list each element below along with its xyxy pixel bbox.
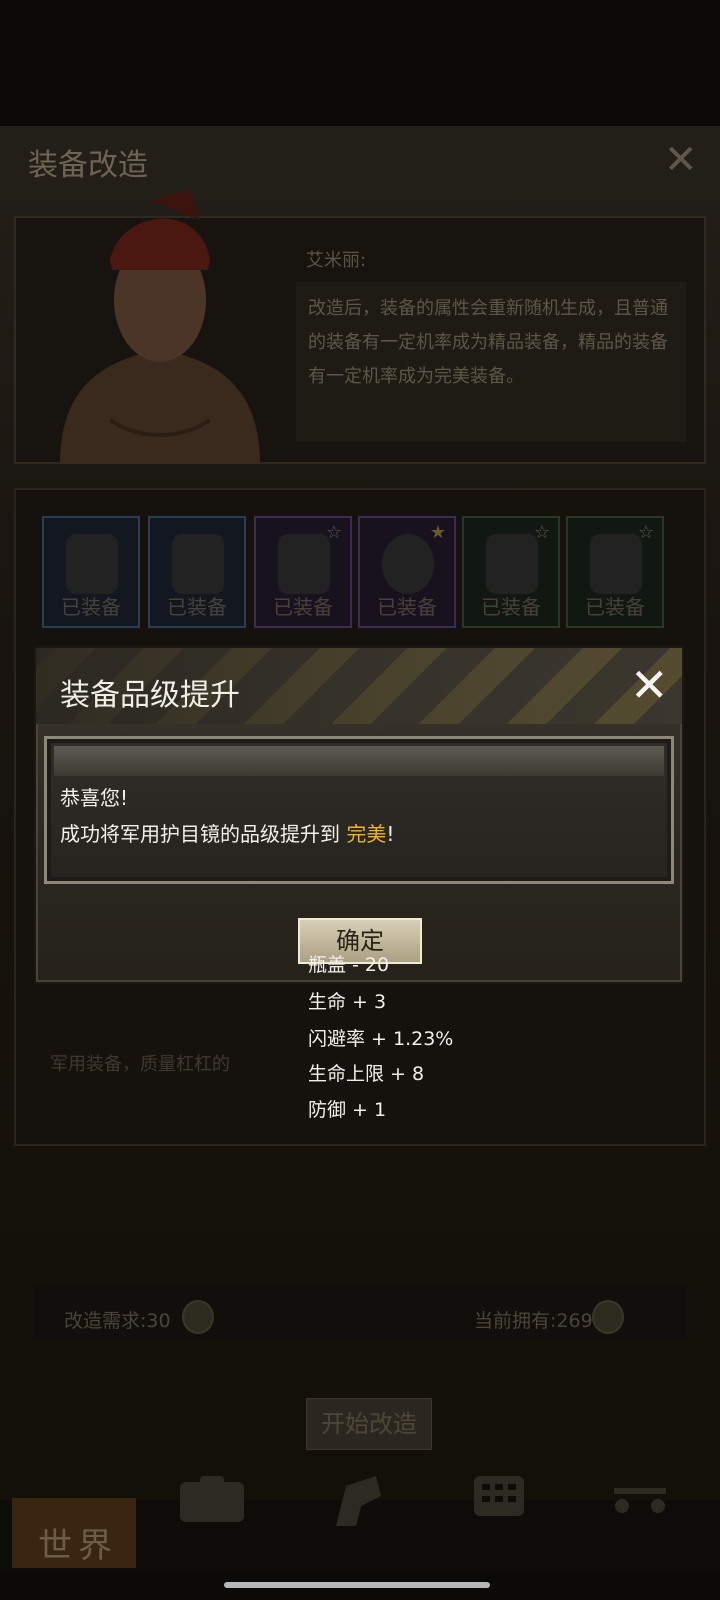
equipment-slot[interactable]: ☆ 已装备 [254,516,352,628]
npc-description: 改造后，装备的属性会重新随机生成，且普通的装备有一定机率成为精品装备，精品的装备… [296,282,686,442]
panel-title: 装备改造 [28,148,148,183]
gloves-icon [66,534,118,594]
equipment-slot[interactable]: 已装备 [148,516,246,628]
home-indicator[interactable] [224,1582,490,1588]
slot-tag: 已装备 [585,595,645,619]
armor-icon [590,534,642,594]
owned-text: 当前拥有:269 [474,1310,593,1332]
panel-close-icon[interactable]: ✕ [664,140,698,180]
requirement-text: 改造需求:30 [64,1310,171,1332]
bottle-cap-icon [592,1300,624,1334]
backpack-icon[interactable] [176,1476,248,1526]
npc-portrait [60,190,260,464]
nav-world-label: 世界 [38,1526,118,1566]
message-upgrade-suffix: ! [386,822,395,846]
quality-label: 完美 [346,822,387,846]
npc-name: 艾米丽: [306,250,367,271]
stat-line: 防御 + 1 [308,1099,387,1121]
message-box-highlight [54,746,664,776]
stat-line: 瓶盖 - 20 [308,954,390,976]
message-upgrade: 成功将军用护目镜的品级提升到 完美! [60,818,394,847]
message-congrats: 恭喜您! [60,786,129,810]
dialog-title: 装备品级提升 [60,678,240,713]
slot-tag: 已装备 [273,595,333,619]
equipment-slot[interactable]: ☆ 已装备 [462,516,560,628]
slot-tag: 已装备 [61,595,121,619]
star-icon: ★ [429,522,446,543]
cart-icon[interactable] [610,1480,670,1520]
stat-line: 闪避率 + 1.23% [308,1028,454,1050]
bottle-cap-icon [182,1300,214,1334]
gloves-icon [172,534,224,594]
item-flavor-text: 军用装备，质量杠杠的 [50,1054,230,1075]
gloves-icon [278,534,330,594]
goggles-icon [382,534,434,594]
building-icon[interactable] [472,1472,526,1526]
equipment-slot[interactable]: ★ 已装备 [358,516,456,628]
slot-tag: 已装备 [167,595,227,619]
slot-tag: 已装备 [377,595,437,619]
dialog-close-icon[interactable]: ✕ [630,662,669,708]
equipment-slot[interactable]: 已装备 [42,516,140,628]
slot-tag: 已装备 [481,595,541,619]
character-icon[interactable] [326,1476,386,1526]
start-modify-button[interactable]: 开始改造 [306,1398,432,1450]
armor-icon [486,534,538,594]
equipment-slot[interactable]: ☆ 已装备 [566,516,664,628]
stat-line: 生命 + 3 [308,991,387,1013]
message-upgrade-prefix: 成功将军用护目镜的品级提升到 [60,822,347,846]
stat-line: 生命上限 + 8 [308,1063,425,1085]
